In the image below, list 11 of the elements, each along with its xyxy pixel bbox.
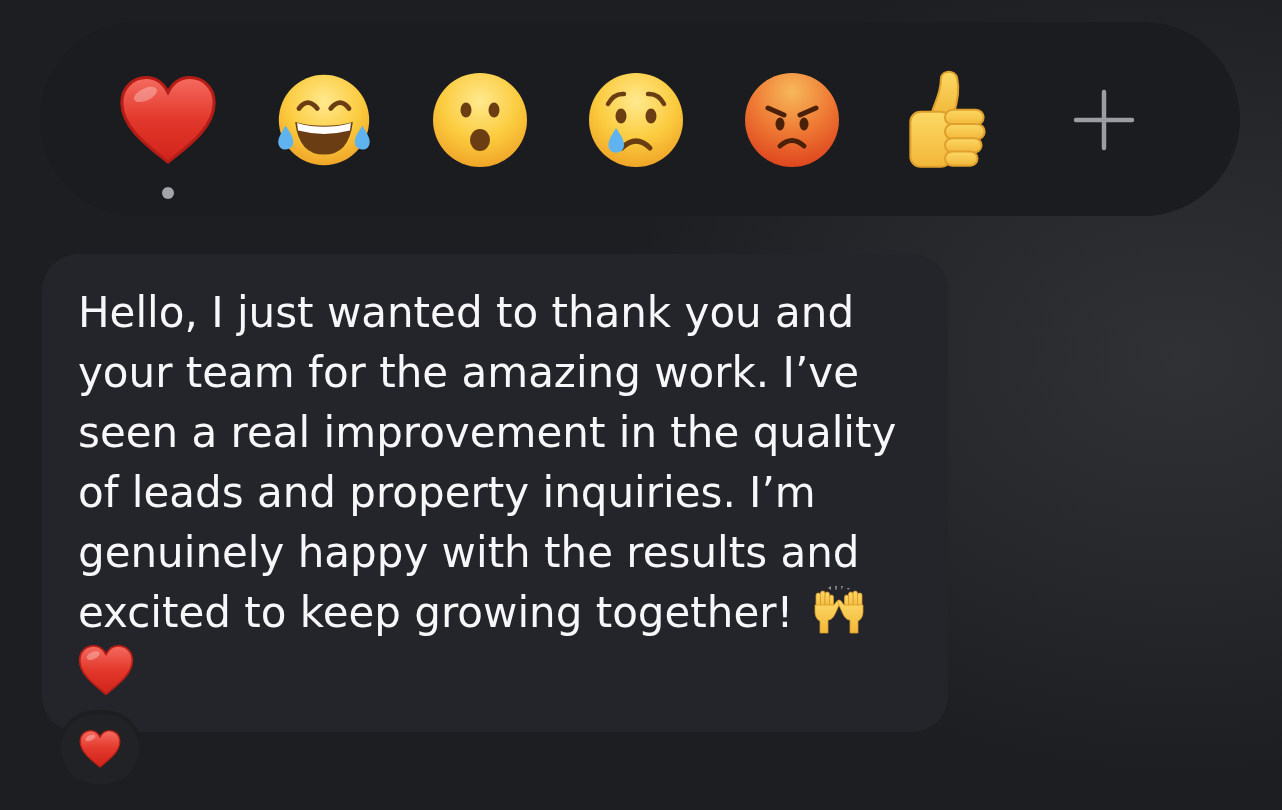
heart-icon [119,75,217,165]
surprised-face-icon [432,72,528,168]
reaction-button[interactable] [742,72,842,168]
heart-icon [78,644,134,696]
reaction-button[interactable] [430,72,530,168]
crying-face-icon [588,72,684,168]
reaction-button[interactable] [586,72,686,168]
message-text: excited to keep growing together! [78,587,794,639]
angry-face-icon [744,72,840,168]
plus-icon [1073,89,1135,151]
heart-icon [79,730,121,768]
